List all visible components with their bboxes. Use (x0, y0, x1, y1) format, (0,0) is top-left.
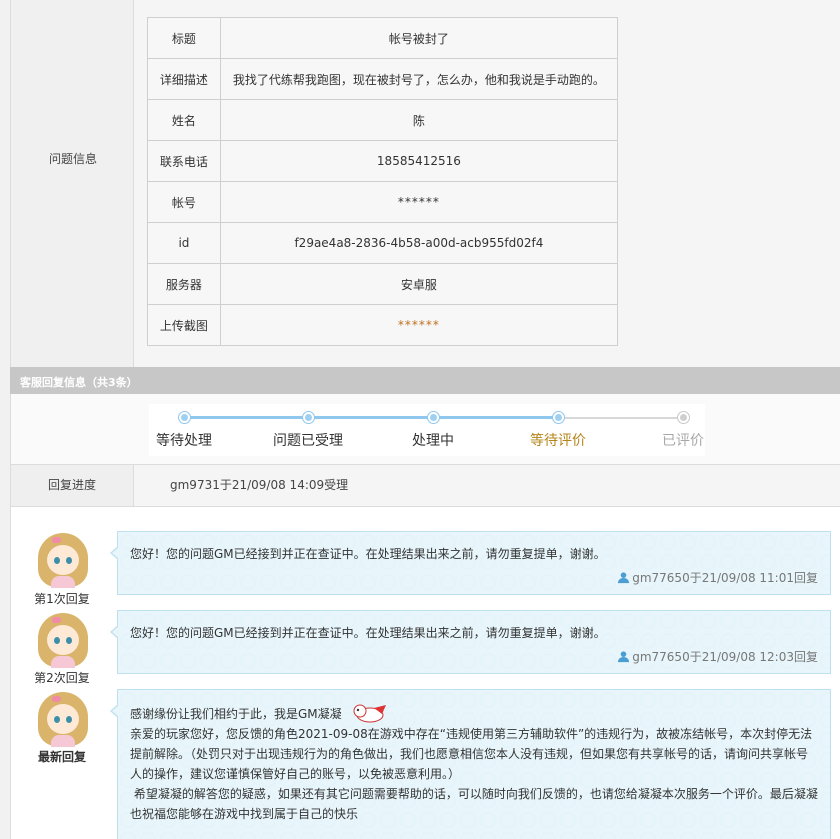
info-row-description: 详细描述 我找了代练帮我跑图，现在被封号了，怎么办，他和我说是手动跑的。 (147, 58, 619, 100)
reply-message: 您好！您的问题GM已经接到并正在查证中。在处理结果出来之前，请勿重复提单，谢谢。 (130, 626, 606, 640)
reply-info-title: 客服回复信息（共3条） (20, 376, 138, 389)
gm-avatar (34, 690, 92, 748)
reply-progress-label: 回复进度 (10, 465, 134, 506)
reply-bubble: 您好！您的问题GM已经接到并正在查证中。在处理结果出来之前，请勿重复提单，谢谢。… (110, 610, 831, 674)
step-waiting: 等待处理 (129, 404, 239, 456)
reply-label: 第2次回复 (34, 671, 90, 685)
step-awaiting-review: 等待评价 (503, 404, 613, 456)
step-label: 等待评价 (530, 433, 586, 449)
info-key: 帐号 (147, 181, 221, 223)
info-row-screenshot: 上传截图 ****** (147, 304, 619, 346)
step-label: 问题已受理 (273, 433, 343, 449)
step-label: 等待处理 (156, 433, 212, 449)
info-key: id (147, 222, 221, 264)
info-value-account: ****** (219, 181, 619, 223)
reply-line: 亲爱的玩家您好，您反馈的角色2021-09-08在游戏中存在“违规使用第三方辅助… (130, 727, 813, 781)
reply-info-header: 客服回复信息（共3条） (10, 367, 840, 394)
info-row-server: 服务器 安卓服 (147, 263, 619, 305)
screenshot-link[interactable]: ****** (219, 304, 619, 346)
user-icon (618, 651, 630, 663)
reply-meta: gm77650于21/09/08 11:01回复 (617, 569, 818, 586)
reply-meta-text: gm77650于21/09/08 12:03回复 (632, 650, 818, 664)
progress-track-fill (183, 416, 558, 419)
reply-meta: gm77650于21/09/08 12:03回复 (617, 648, 818, 665)
info-key: 详细描述 (147, 58, 221, 100)
step-dot (179, 412, 190, 423)
latest-reply-label: 最新回复 (37, 750, 86, 764)
reply-line: 感谢缘份让我们相约于此，我是GM凝凝 (130, 702, 818, 724)
info-value-phone: 18585412516 (219, 140, 619, 182)
reply-progress-value: gm9731于21/09/08 14:09受理 (170, 478, 349, 492)
step-dot (678, 412, 689, 423)
step-dot (553, 412, 564, 423)
step-reviewed: 已评价 (628, 404, 738, 456)
reply-bubble-latest: 感谢缘份让我们相约于此，我是GM凝凝 亲爱的玩家您好，您反馈的角色2021-09… (110, 689, 831, 839)
mascot-icon (353, 704, 386, 723)
info-row-title: 标题 帐号被封了 (147, 17, 619, 59)
problem-info-label-cell: 问题信息 (10, 0, 134, 367)
info-value-name: 陈 (219, 99, 619, 141)
info-value-id: f29ae4a8-2836-4b58-a00d-acb955fd02f4 (219, 222, 619, 264)
problem-info-label: 问题信息 (48, 152, 97, 166)
reply-bubble: 您好！您的问题GM已经接到并正在查证中。在处理结果出来之前，请勿重复提单，谢谢。… (110, 531, 831, 595)
step-accepted: 问题已受理 (253, 404, 363, 456)
reply-label: 第1次回复 (34, 592, 90, 606)
reply-message: 您好！您的问题GM已经接到并正在查证中。在处理结果出来之前，请勿重复提单，谢谢。 (130, 547, 606, 561)
reply-meta-text: gm77650于21/09/08 11:01回复 (632, 571, 818, 585)
info-row-id: id f29ae4a8-2836-4b58-a00d-acb955fd02f4 (147, 222, 619, 264)
user-icon (618, 572, 630, 584)
info-key: 联系电话 (147, 140, 221, 182)
progress-steps: 等待处理 问题已受理 处理中 等待评价 已评价 (149, 404, 705, 456)
info-row-name: 姓名 陈 (147, 99, 619, 141)
info-row-phone: 联系电话 18585412516 (147, 140, 619, 182)
step-processing: 处理中 (378, 404, 488, 456)
info-value-title: 帐号被封了 (219, 17, 619, 59)
info-key: 姓名 (147, 99, 221, 141)
reply-progress-row: 回复进度 gm9731于21/09/08 14:09受理 (10, 464, 840, 507)
info-key: 标题 (147, 17, 221, 59)
step-label: 处理中 (412, 433, 454, 449)
step-label: 已评价 (662, 433, 704, 449)
reply-message: 感谢缘份让我们相约于此，我是GM凝凝 亲爱的玩家您好，您反馈的角色2021-09… (130, 702, 818, 824)
info-key: 上传截图 (147, 304, 221, 346)
problem-info-table: 标题 帐号被封了 详细描述 我找了代练帮我跑图，现在被封号了，怎么办，他和我说是… (147, 17, 619, 346)
reply-greeting: 感谢缘份让我们相约于此，我是GM凝凝 (130, 707, 342, 721)
info-row-account: 帐号 ****** (147, 181, 619, 223)
step-dot (428, 412, 439, 423)
info-key: 服务器 (147, 263, 221, 305)
info-value-server: 安卓服 (219, 263, 619, 305)
gm-avatar (34, 531, 92, 589)
step-dot (303, 412, 314, 423)
info-value-description: 我找了代练帮我跑图，现在被封号了，怎么办，他和我说是手动跑的。 (219, 58, 619, 100)
reply-line: 希望凝凝的解答您的疑惑，如果还有其它问题需要帮助的话，可以随时向我们反馈的，也请… (130, 787, 818, 821)
gm-avatar (34, 611, 92, 669)
